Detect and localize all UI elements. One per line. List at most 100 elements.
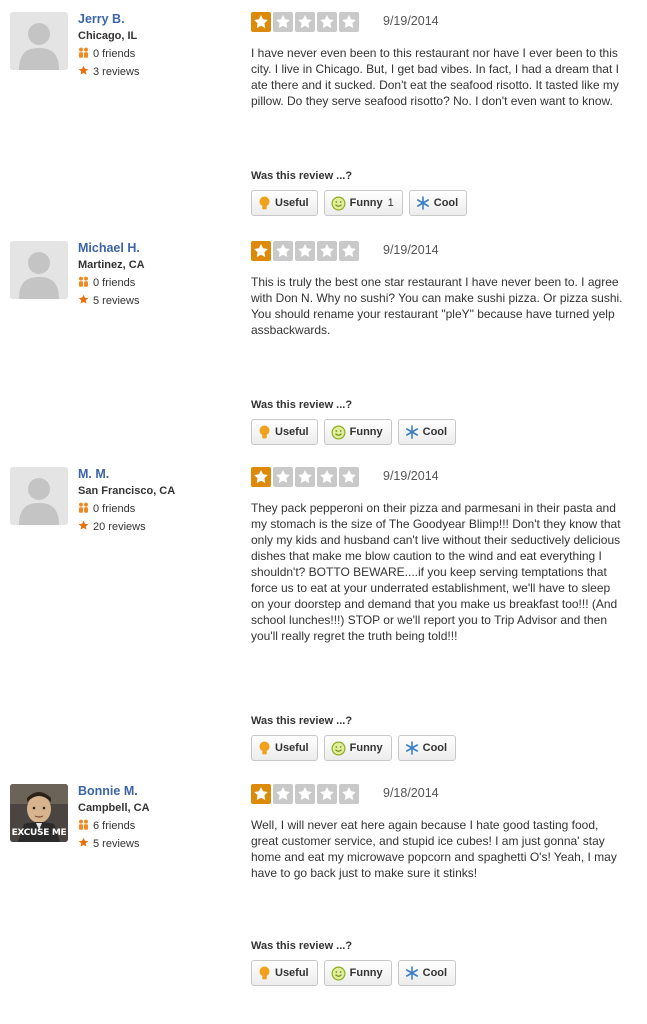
user-location: Chicago, IL: [78, 30, 138, 42]
user-review-count: 20 reviews: [78, 520, 146, 533]
vote-prompt: Was this review ...?: [251, 399, 353, 411]
star-empty-icon: [317, 784, 337, 804]
star-empty-icon: [295, 12, 315, 32]
vote-prompt: Was this review ...?: [251, 940, 353, 952]
smiley-icon: [331, 196, 346, 211]
cool-button[interactable]: Cool: [408, 190, 468, 216]
star-empty-icon: [339, 467, 359, 487]
funny-button[interactable]: Funny: [323, 419, 392, 445]
star-empty-icon: [295, 241, 315, 261]
friends-icon: [78, 502, 90, 513]
friends-text: 0 friends: [93, 277, 136, 289]
lightbulb-icon: [258, 425, 271, 440]
user-avatar[interactable]: [10, 467, 68, 525]
star-icon: [78, 294, 90, 305]
user-location: Campbell, CA: [78, 802, 150, 814]
star-empty-icon: [273, 12, 293, 32]
star-empty-icon: [317, 467, 337, 487]
cool-button[interactable]: Cool: [397, 419, 457, 445]
star-rating: [251, 241, 361, 261]
user-location: Martinez, CA: [78, 259, 145, 271]
vote-buttons: Useful Funny Cool: [251, 735, 462, 763]
review-text: Well, I will never eat here again becaus…: [251, 818, 617, 880]
smiley-icon: [331, 741, 346, 756]
star-empty-icon: [295, 784, 315, 804]
useful-button[interactable]: Useful: [251, 735, 318, 761]
cool-button[interactable]: Cool: [397, 735, 457, 761]
user-friends-count: 6 friends: [78, 819, 135, 832]
star-icon: [78, 837, 90, 848]
vote-buttons: Useful Funny 1 Cool: [251, 190, 473, 218]
review-date: 9/19/2014: [383, 469, 439, 483]
user-avatar[interactable]: [10, 12, 68, 70]
lightbulb-icon: [258, 196, 271, 211]
funny-button[interactable]: Funny 1: [323, 190, 403, 216]
friends-icon: [78, 276, 90, 287]
star-filled-icon: [251, 241, 271, 261]
star-empty-icon: [273, 467, 293, 487]
star-empty-icon: [339, 784, 359, 804]
vote-prompt: Was this review ...?: [251, 715, 353, 727]
star-empty-icon: [273, 241, 293, 261]
review-date: 9/18/2014: [383, 786, 439, 800]
star-empty-icon: [339, 12, 359, 32]
snowflake-icon: [405, 425, 419, 439]
reviews-text: 5 reviews: [93, 838, 140, 850]
star-empty-icon: [273, 784, 293, 804]
star-empty-icon: [317, 241, 337, 261]
user-name-link[interactable]: M. M.: [78, 467, 109, 481]
star-icon: [78, 65, 90, 76]
star-icon: [78, 520, 90, 531]
reviews-text: 5 reviews: [93, 295, 140, 307]
smiley-icon: [331, 425, 346, 440]
vote-buttons: Useful Funny Cool: [251, 960, 462, 988]
review-text: They pack pepperoni on their pizza and p…: [251, 501, 621, 643]
star-filled-icon: [251, 467, 271, 487]
star-rating: [251, 12, 361, 32]
user-name-link[interactable]: Bonnie M.: [78, 784, 138, 798]
user-friends-count: 0 friends: [78, 276, 135, 289]
vote-prompt: Was this review ...?: [251, 170, 353, 182]
star-empty-icon: [317, 12, 337, 32]
friends-text: 6 friends: [93, 820, 136, 832]
lightbulb-icon: [258, 966, 271, 981]
user-name-link[interactable]: Michael H.: [78, 241, 140, 255]
user-avatar[interactable]: EXCUSE ME: [10, 784, 68, 842]
snowflake-icon: [405, 741, 419, 755]
snowflake-icon: [405, 966, 419, 980]
star-rating: [251, 467, 361, 487]
friends-text: 0 friends: [93, 48, 136, 60]
cool-button[interactable]: Cool: [397, 960, 457, 986]
review-text: This is truly the best one star restaura…: [251, 275, 623, 337]
lightbulb-icon: [258, 741, 271, 756]
friends-text: 0 friends: [93, 503, 136, 515]
funny-button[interactable]: Funny: [323, 960, 392, 986]
useful-button[interactable]: Useful: [251, 190, 318, 216]
reviews-text: 3 reviews: [93, 66, 140, 78]
smiley-icon: [331, 966, 346, 981]
useful-button[interactable]: Useful: [251, 419, 318, 445]
funny-button[interactable]: Funny: [323, 735, 392, 761]
avatar-caption: EXCUSE ME: [11, 828, 67, 838]
star-empty-icon: [339, 241, 359, 261]
user-review-count: 3 reviews: [78, 65, 139, 78]
review-text: I have never even been to this restauran…: [251, 46, 619, 108]
user-avatar[interactable]: [10, 241, 68, 299]
vote-buttons: Useful Funny Cool: [251, 419, 462, 447]
user-friends-count: 0 friends: [78, 47, 135, 60]
star-rating: [251, 784, 361, 804]
star-filled-icon: [251, 12, 271, 32]
review-date: 9/19/2014: [383, 243, 439, 257]
review-date: 9/19/2014: [383, 14, 439, 28]
reviews-text: 20 reviews: [93, 521, 146, 533]
useful-button[interactable]: Useful: [251, 960, 318, 986]
friends-icon: [78, 47, 90, 58]
user-review-count: 5 reviews: [78, 294, 139, 307]
user-name-link[interactable]: Jerry B.: [78, 12, 125, 26]
star-empty-icon: [295, 467, 315, 487]
user-review-count: 5 reviews: [78, 837, 139, 850]
star-filled-icon: [251, 784, 271, 804]
friends-icon: [78, 819, 90, 830]
snowflake-icon: [416, 196, 430, 210]
funny-count: 1: [387, 197, 394, 209]
